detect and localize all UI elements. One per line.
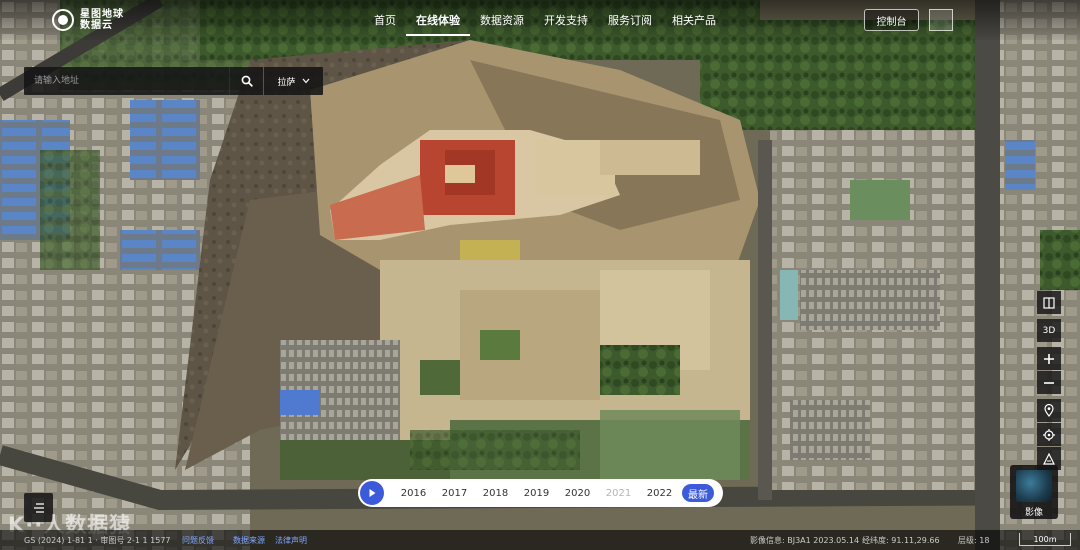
layer-switch-button[interactable]: 影像: [1010, 465, 1058, 519]
nav-home[interactable]: 首页: [364, 10, 406, 36]
3d-icon: 3D: [1042, 325, 1056, 336]
play-icon: [369, 489, 376, 497]
globe-logo-icon: [52, 9, 74, 31]
legal-link[interactable]: 法律声明: [275, 535, 307, 546]
search-button[interactable]: [229, 67, 263, 95]
region-select[interactable]: 拉萨: [263, 67, 323, 95]
location-pin-icon: [1044, 404, 1054, 417]
address-search-bar: 拉萨: [24, 67, 323, 95]
plus-icon: [1044, 353, 1054, 364]
play-button[interactable]: [360, 481, 384, 505]
minus-icon: [1044, 381, 1054, 384]
logo[interactable]: 星图地球 数据云: [52, 8, 124, 32]
year-2016[interactable]: 2016: [393, 488, 434, 499]
logo-line-1: 星图地球: [80, 9, 124, 20]
year-2019[interactable]: 2019: [516, 488, 557, 499]
nav-related-products[interactable]: 相关产品: [662, 10, 726, 36]
zoom-in-button[interactable]: [1037, 347, 1061, 370]
measure-icon: [1043, 452, 1055, 465]
search-icon: [241, 75, 253, 87]
compare-tool-button[interactable]: [1037, 291, 1061, 314]
data-source-link[interactable]: 数据来源: [233, 535, 265, 546]
year-2022[interactable]: 2022: [639, 488, 680, 499]
year-2021: 2021: [605, 487, 632, 499]
logo-text: 星图地球 数据云: [80, 9, 124, 31]
nav-service-subscription[interactable]: 服务订阅: [598, 10, 662, 36]
image-info: 影像信息: BJ3A1 2023.05.14: [750, 536, 860, 545]
nav-online-experience[interactable]: 在线体验: [406, 10, 470, 36]
zoom-level: 层级: 18: [958, 536, 990, 545]
copyright-text: GS (2024) 1-81 1 · 审图号 2-1 1 1577: [24, 536, 171, 545]
address-search-input[interactable]: [24, 67, 229, 95]
zoom-out-button[interactable]: [1037, 371, 1061, 394]
region-select-value: 拉萨: [277, 77, 296, 88]
map-toolbar: 3D: [1037, 291, 1061, 471]
split-view-icon: [1043, 296, 1055, 309]
imagery-timeline: 2016 2017 2018 2019 2020 2021 2022 最新: [358, 479, 723, 507]
layer-thumbnail: [1016, 470, 1052, 502]
console-button[interactable]: 控制台: [864, 9, 919, 31]
year-2017[interactable]: 2017: [434, 488, 475, 499]
nav-dev-support[interactable]: 开发支持: [534, 10, 598, 36]
year-2018[interactable]: 2018: [475, 488, 516, 499]
feedback-link[interactable]: 问题反馈: [182, 535, 214, 546]
scale-bar: 100m: [1019, 533, 1071, 546]
nav-data-resources[interactable]: 数据资源: [470, 10, 534, 36]
user-avatar[interactable]: [929, 9, 953, 31]
3d-toggle-button[interactable]: 3D: [1037, 319, 1061, 342]
status-bar: GS (2024) 1-81 1 · 审图号 2-1 1 1577 问题反馈 数…: [0, 530, 1080, 550]
main-nav: 首页 在线体验 数据资源 开发支持 服务订阅 相关产品: [364, 10, 726, 36]
year-latest-button[interactable]: 最新: [682, 484, 714, 502]
location-button[interactable]: [1037, 399, 1061, 422]
coordinates: 经纬度: 91.11,29.66: [862, 536, 940, 545]
locate-me-button[interactable]: [1037, 423, 1061, 446]
year-list: 2016 2017 2018 2019 2020 2021 2022 最新: [393, 484, 714, 502]
layer-label: 影像: [1024, 508, 1043, 518]
year-2020[interactable]: 2020: [557, 488, 598, 499]
logo-line-2: 数据云: [80, 20, 113, 31]
chevron-down-icon: [302, 78, 309, 84]
target-icon: [1043, 428, 1055, 441]
top-navigation-bar: 星图地球 数据云 首页 在线体验 数据资源 开发支持 服务订阅 相关产品 控制台: [0, 0, 1080, 40]
